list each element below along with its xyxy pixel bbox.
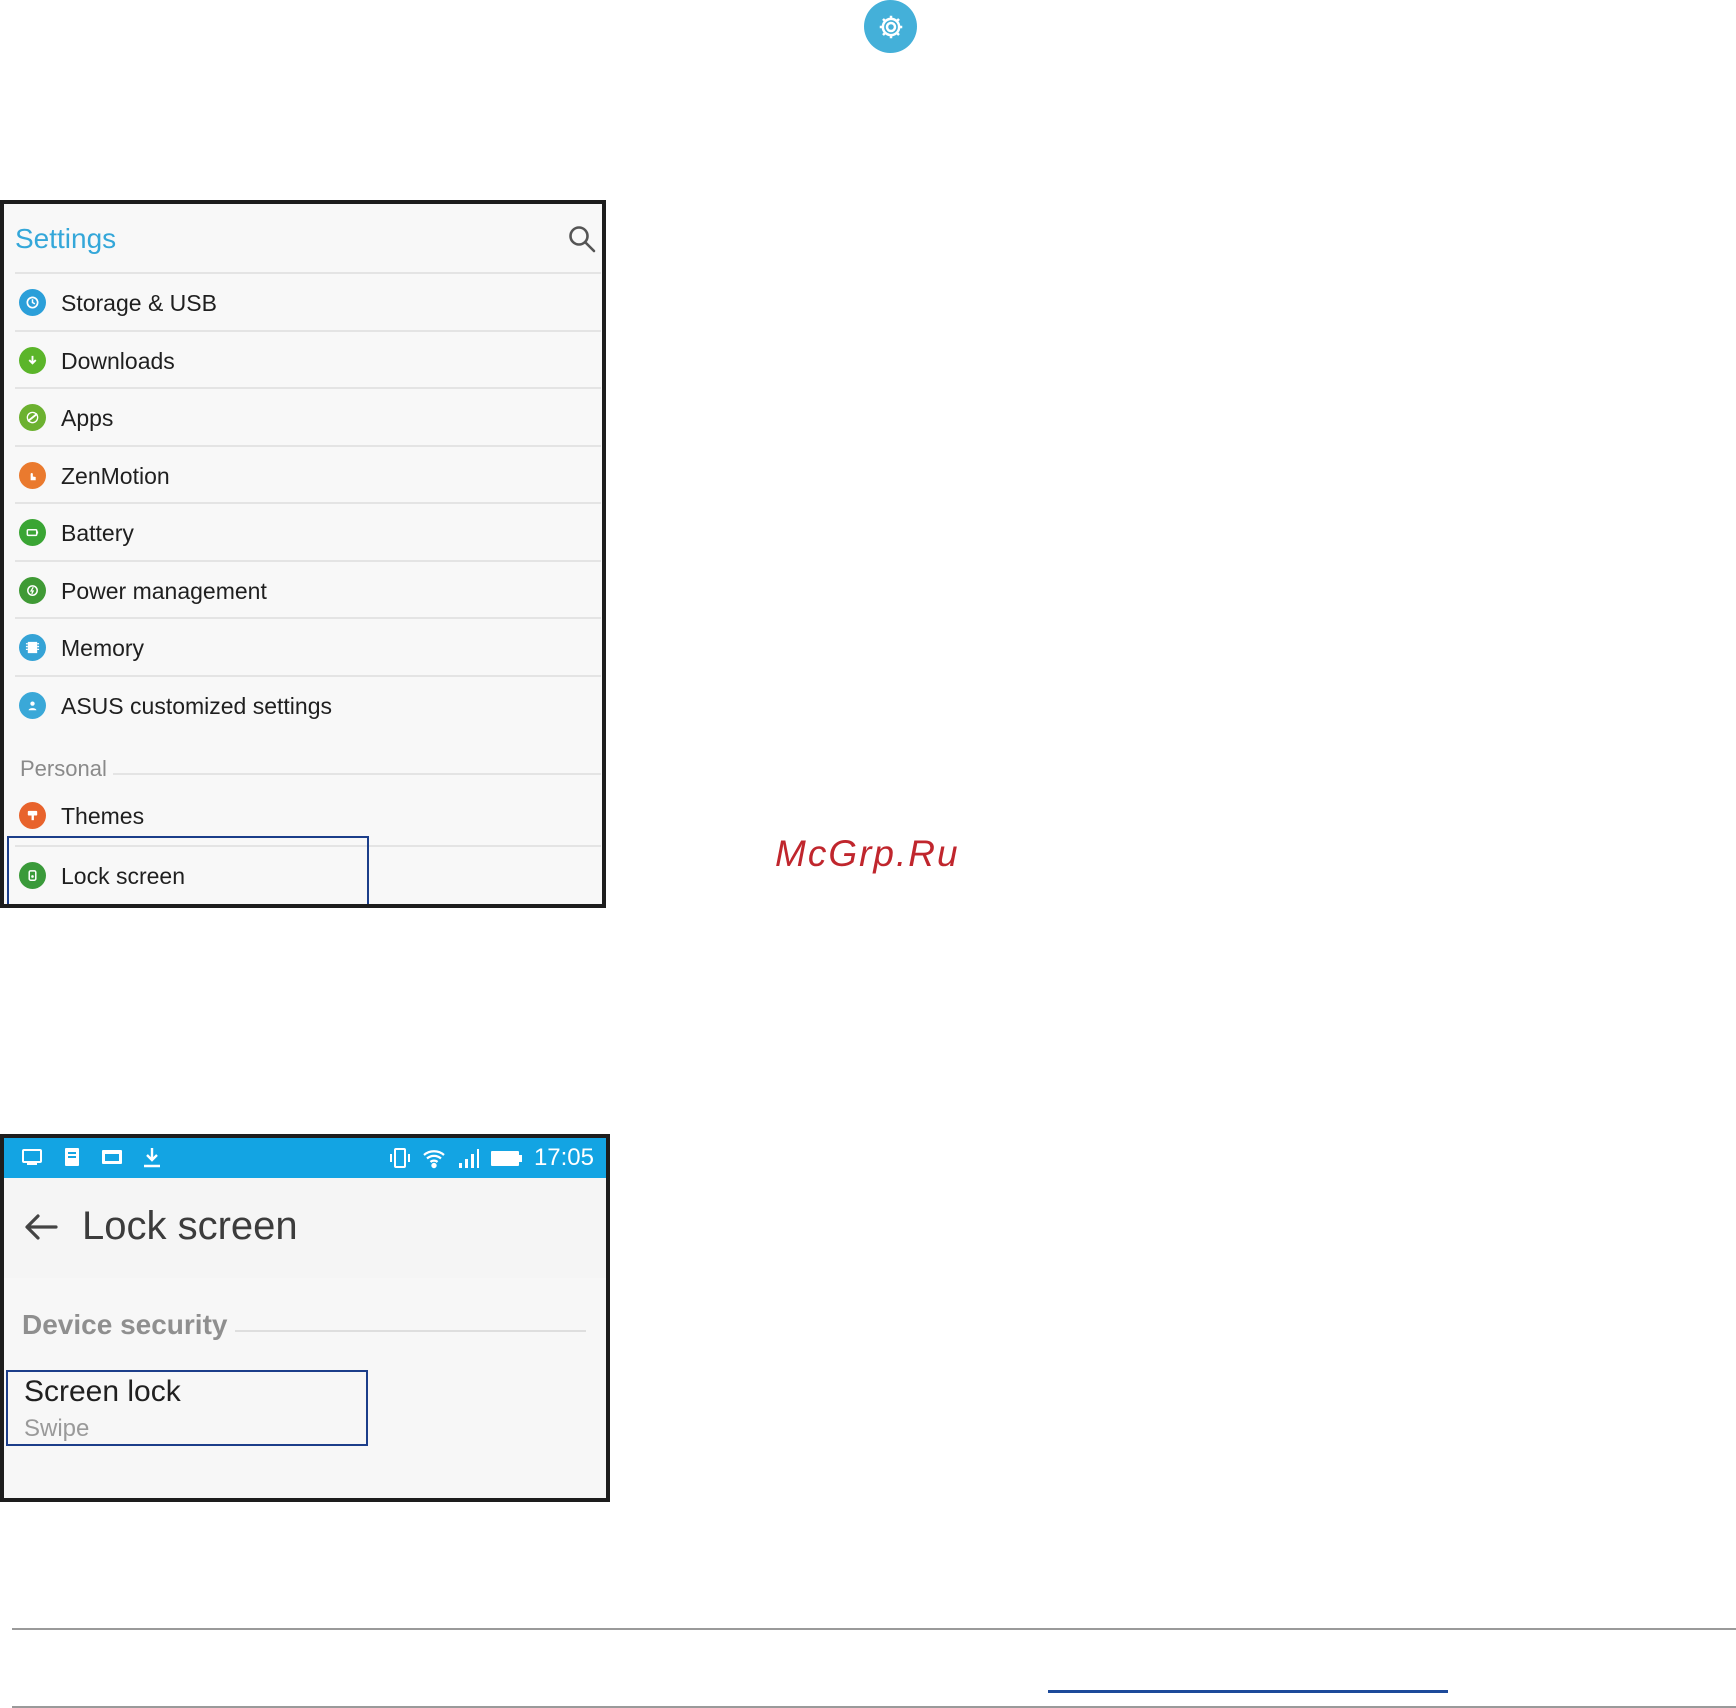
section-title: Personal bbox=[20, 756, 113, 782]
status-time: 17:05 bbox=[533, 1144, 594, 1171]
settings-item-label: Memory bbox=[61, 635, 145, 661]
gear-icon bbox=[864, 0, 917, 53]
vibrate-icon bbox=[388, 1146, 412, 1170]
settings-item-apps[interactable]: Apps bbox=[15, 387, 601, 445]
settings-item-label: ZenMotion bbox=[61, 462, 170, 489]
zenmotion-icon bbox=[19, 461, 46, 489]
screen-cast-icon bbox=[20, 1145, 44, 1169]
settings-item-downloads[interactable]: Downloads bbox=[15, 329, 601, 388]
settings-item-storage[interactable]: Storage & USB bbox=[15, 272, 601, 330]
watermark: McGrp.Ru bbox=[775, 833, 960, 874]
search-icon[interactable] bbox=[567, 224, 597, 254]
settings-item-label: Storage & USB bbox=[61, 290, 217, 316]
memory-icon bbox=[19, 634, 46, 661]
settings-header: Settings bbox=[4, 204, 602, 272]
storage-icon bbox=[19, 289, 46, 316]
download-icon bbox=[19, 346, 46, 374]
section-header-device-security: Device security bbox=[22, 1308, 586, 1348]
apps-icon bbox=[19, 404, 46, 431]
settings-item-label: Themes bbox=[61, 803, 145, 829]
settings-item-label: Downloads bbox=[61, 347, 175, 374]
settings-list: Storage & USB Downloads Apps ZenMotion B… bbox=[15, 272, 601, 902]
settings-item-power-management[interactable]: Power management bbox=[15, 559, 601, 618]
gallery-icon bbox=[100, 1145, 124, 1169]
section-title: Device security bbox=[22, 1308, 236, 1342]
download-icon bbox=[140, 1145, 164, 1169]
settings-item-zenmotion[interactable]: ZenMotion bbox=[15, 444, 601, 503]
wifi-icon bbox=[422, 1146, 446, 1170]
highlight-lock-screen bbox=[7, 836, 369, 904]
footer-divider-top bbox=[12, 1628, 1736, 1630]
settings-item-label: ASUS customized settings bbox=[61, 692, 333, 719]
settings-item-asus-customized[interactable]: ASUS customized settings bbox=[15, 674, 601, 733]
themes-icon bbox=[19, 802, 46, 829]
section-header-personal: Personal bbox=[15, 732, 601, 787]
settings-item-battery[interactable]: Battery bbox=[15, 502, 601, 560]
page-title: Lock screen bbox=[82, 1204, 298, 1248]
back-arrow-icon[interactable] bbox=[22, 1207, 62, 1247]
settings-item-label: Power management bbox=[61, 577, 267, 604]
notes-icon bbox=[60, 1145, 84, 1169]
battery-icon bbox=[490, 1146, 524, 1170]
settings-title: Settings bbox=[15, 223, 117, 254]
status-bar: 17:05 bbox=[4, 1138, 606, 1178]
settings-item-label: Battery bbox=[61, 520, 134, 546]
battery-icon bbox=[19, 519, 46, 546]
footer-accent-bar bbox=[1048, 1690, 1448, 1693]
settings-item-label: Apps bbox=[61, 405, 114, 431]
app-bar: Lock screen bbox=[4, 1178, 606, 1278]
settings-screenshot: Settings Storage & USB Downloads Apps Ze… bbox=[0, 200, 606, 908]
settings-item-memory[interactable]: Memory bbox=[15, 617, 601, 675]
asus-settings-icon bbox=[19, 691, 46, 719]
highlight-screen-lock bbox=[6, 1370, 368, 1446]
lock-screen-screenshot: 17:05 Lock screen Device security Screen… bbox=[0, 1134, 610, 1502]
power-management-icon bbox=[19, 576, 46, 604]
signal-icon bbox=[456, 1146, 480, 1170]
